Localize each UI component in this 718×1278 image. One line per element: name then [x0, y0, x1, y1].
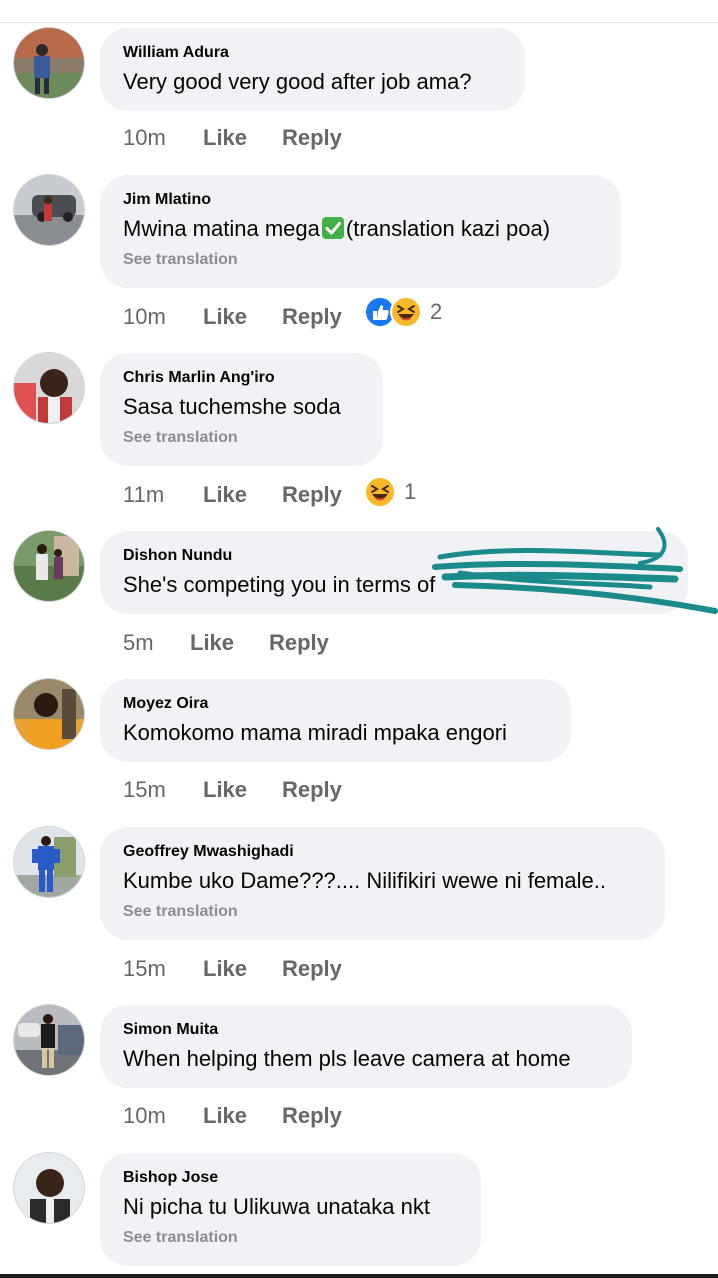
- reply-button[interactable]: Reply: [282, 956, 342, 982]
- commenter-name[interactable]: Bishop Jose: [123, 1168, 457, 1188]
- comment-text: Mwina matina mega (translation kazi poa): [123, 214, 597, 244]
- like-button[interactable]: Like: [203, 304, 282, 330]
- avatar[interactable]: [14, 1153, 84, 1223]
- comment-text: Komokomo mama miradi mpaka engori: [123, 720, 507, 745]
- reply-button[interactable]: Reply: [282, 304, 342, 330]
- like-button[interactable]: Like: [203, 482, 282, 508]
- reaction-count: 1: [404, 479, 417, 504]
- comment-time[interactable]: 15m: [123, 956, 203, 982]
- avatar[interactable]: [14, 28, 84, 98]
- haha-reaction-icon: [364, 476, 396, 508]
- reply-button[interactable]: Reply: [282, 1103, 342, 1129]
- commenter-name[interactable]: Moyez Oira: [123, 694, 547, 714]
- comment-text-part: (translation kazi poa): [345, 216, 551, 241]
- like-button[interactable]: Like: [190, 630, 269, 656]
- comment-text: Very good very good after job ama?: [123, 69, 472, 94]
- like-button[interactable]: Like: [203, 1103, 282, 1129]
- comment-bubble: Jim Mlatino Mwina matina mega (translatio…: [100, 175, 621, 288]
- comment-bubble: Moyez Oira Komokomo mama miradi mpaka en…: [100, 679, 571, 762]
- like-button[interactable]: Like: [203, 777, 282, 803]
- comment-bubble: Geoffrey Mwashighadi Kumbe uko Dame???..…: [100, 827, 665, 940]
- comment-text: She's competing you in terms of: [123, 572, 436, 597]
- like-button[interactable]: Like: [203, 956, 282, 982]
- avatar[interactable]: [14, 531, 84, 601]
- avatar[interactable]: [14, 827, 84, 897]
- commenter-name[interactable]: Chris Marlin Ang'iro: [123, 368, 359, 388]
- avatar[interactable]: [14, 175, 84, 245]
- comment-time[interactable]: 11m: [123, 482, 203, 508]
- comment-actions: 15m Like Reply: [123, 775, 342, 805]
- check-mark-emoji: [321, 217, 344, 239]
- commenter-name[interactable]: Geoffrey Mwashighadi: [123, 842, 641, 862]
- comment-actions: 10m Like Reply: [123, 123, 342, 153]
- like-button[interactable]: Like: [203, 125, 282, 151]
- comment-actions: 15m Like Reply: [123, 954, 342, 984]
- comment-actions: 11m Like Reply: [123, 480, 342, 510]
- reaction-summary[interactable]: 2: [364, 296, 442, 328]
- comment-time[interactable]: 15m: [123, 777, 203, 803]
- avatar[interactable]: [14, 679, 84, 749]
- see-translation-link[interactable]: See translation: [123, 250, 597, 270]
- reply-button[interactable]: Reply: [282, 777, 342, 803]
- comment-time[interactable]: 10m: [123, 125, 203, 151]
- comment-bubble: William Adura Very good very good after …: [100, 28, 525, 111]
- comment-text: When helping them pls leave camera at ho…: [123, 1046, 571, 1071]
- reply-button[interactable]: Reply: [282, 125, 342, 151]
- comment-time[interactable]: 10m: [123, 1103, 203, 1129]
- commenter-name[interactable]: Simon Muita: [123, 1020, 608, 1040]
- reply-button[interactable]: Reply: [282, 482, 342, 508]
- comment-bubble: Dishon Nundu She's competing you in term…: [100, 531, 688, 614]
- see-translation-link[interactable]: See translation: [123, 1228, 457, 1248]
- reaction-count: 2: [430, 299, 443, 324]
- comment-text-part: Mwina matina mega: [123, 216, 320, 241]
- bottom-edge: [0, 1274, 718, 1278]
- comment-bubble: Chris Marlin Ang'iro Sasa tuchemshe soda…: [100, 353, 383, 466]
- comment-actions: 10m Like Reply: [123, 1101, 342, 1131]
- comment-text: Kumbe uko Dame???.... Nilifikiri wewe ni…: [123, 868, 606, 893]
- comment-time[interactable]: 10m: [123, 304, 203, 330]
- commenter-name[interactable]: Dishon Nundu: [123, 546, 664, 566]
- comment-actions: 5m Like Reply: [123, 628, 329, 658]
- commenter-name[interactable]: Jim Mlatino: [123, 190, 597, 210]
- avatar[interactable]: [14, 353, 84, 423]
- comment-text: Sasa tuchemshe soda: [123, 394, 341, 419]
- comment-actions: 10m Like Reply: [123, 302, 342, 332]
- comment-bubble: Simon Muita When helping them pls leave …: [100, 1005, 632, 1088]
- comment-time[interactable]: 5m: [123, 630, 190, 656]
- comment-bubble: Bishop Jose Ni picha tu Ulikuwa unataka …: [100, 1153, 481, 1266]
- comment-text: Ni picha tu Ulikuwa unataka nkt: [123, 1194, 430, 1219]
- see-translation-link[interactable]: See translation: [123, 428, 359, 448]
- commenter-name[interactable]: William Adura: [123, 43, 501, 63]
- see-translation-link[interactable]: See translation: [123, 902, 641, 922]
- reply-button[interactable]: Reply: [269, 630, 329, 656]
- avatar[interactable]: [14, 1005, 84, 1075]
- haha-reaction-icon: [390, 296, 422, 328]
- top-divider: [0, 22, 718, 23]
- reaction-summary[interactable]: 1: [364, 476, 416, 508]
